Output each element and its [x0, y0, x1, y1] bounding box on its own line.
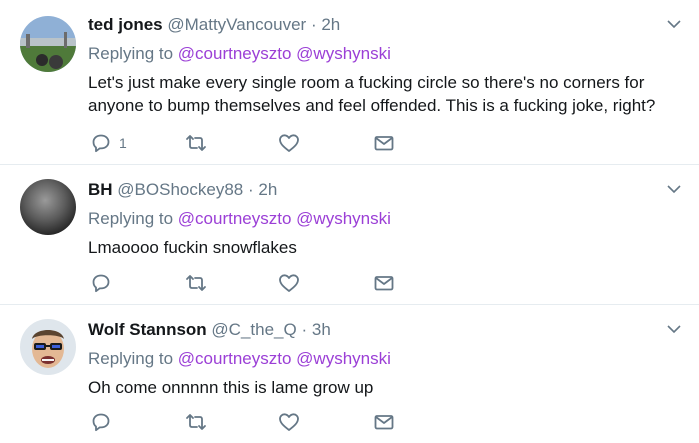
like-button[interactable]: [278, 132, 300, 154]
tweet-text: Let's just make every single room a fuck…: [88, 73, 656, 115]
mention-link[interactable]: @wyshynski: [296, 209, 391, 228]
display-name[interactable]: BH: [88, 180, 113, 199]
replying-to-label: Replying to: [88, 349, 174, 368]
dm-button[interactable]: [373, 411, 395, 433]
tweet-actions: [88, 272, 408, 296]
dm-button[interactable]: [373, 132, 395, 154]
reply-button[interactable]: [91, 411, 119, 433]
timestamp[interactable]: 2h: [321, 15, 340, 34]
reply-icon: [92, 134, 110, 153]
reply-button[interactable]: [91, 272, 119, 294]
retweet-icon: [186, 135, 206, 151]
separator: ·: [301, 320, 308, 339]
tweet-2[interactable]: BH @BOShockey88 · 2h Replying to @courtn…: [0, 165, 699, 305]
display-name[interactable]: ted jones: [88, 15, 163, 34]
reply-icon: [92, 413, 110, 432]
tweet-1[interactable]: ted jones @MattyVancouver · 2h Replying …: [0, 0, 699, 165]
tweet-header: Wolf Stannson @C_the_Q · 3h: [88, 320, 331, 340]
user-handle[interactable]: @C_the_Q: [211, 320, 296, 339]
like-button[interactable]: [278, 411, 300, 433]
like-button[interactable]: [278, 272, 300, 294]
avatar[interactable]: [20, 16, 76, 72]
retweet-button[interactable]: [185, 272, 207, 294]
dm-icon: [374, 136, 394, 151]
mention-link[interactable]: @wyshynski: [296, 349, 391, 368]
timestamp[interactable]: 3h: [312, 320, 331, 339]
dm-icon: [374, 415, 394, 430]
mention-link[interactable]: @courtneyszto: [178, 349, 292, 368]
like-icon: [279, 274, 299, 292]
like-icon: [279, 413, 299, 431]
mention-link[interactable]: @courtneyszto: [178, 44, 292, 63]
dm-icon: [374, 276, 394, 291]
dm-button[interactable]: [373, 272, 395, 294]
mention-link[interactable]: @wyshynski: [296, 44, 391, 63]
tweet-text: Oh come onnnnn this is lame grow up: [88, 378, 374, 397]
avatar[interactable]: [20, 179, 76, 235]
chevron-down-icon[interactable]: [667, 20, 681, 29]
replying-to-label: Replying to: [88, 44, 174, 63]
reply-icon: [92, 274, 110, 293]
separator: ·: [310, 15, 317, 34]
user-handle[interactable]: @MattyVancouver: [167, 15, 306, 34]
tweet-actions: 1: [88, 132, 408, 156]
user-handle[interactable]: @BOShockey88: [117, 180, 243, 199]
retweet-button[interactable]: [185, 132, 207, 154]
reply-count: 1: [119, 135, 127, 151]
timestamp[interactable]: 2h: [258, 180, 277, 199]
chevron-down-icon[interactable]: [667, 185, 681, 194]
separator: ·: [247, 180, 254, 199]
display-name[interactable]: Wolf Stannson: [88, 320, 207, 339]
chevron-down-icon[interactable]: [667, 325, 681, 334]
replying-to: Replying to @courtneyszto @wyshynski: [88, 349, 391, 369]
replying-to: Replying to @courtneyszto @wyshynski: [88, 44, 391, 64]
tweet-text: Lmaoooo fuckin snowflakes: [88, 238, 297, 257]
replying-to: Replying to @courtneyszto @wyshynski: [88, 209, 391, 229]
replying-to-label: Replying to: [88, 209, 174, 228]
retweet-icon: [186, 275, 206, 291]
avatar[interactable]: [20, 319, 76, 375]
retweet-icon: [186, 414, 206, 430]
reply-button[interactable]: 1: [91, 132, 127, 154]
tweet-3[interactable]: Wolf Stannson @C_the_Q · 3h Replying to …: [0, 305, 699, 443]
tweet-header: BH @BOShockey88 · 2h: [88, 180, 277, 200]
like-icon: [279, 134, 299, 152]
mention-link[interactable]: @courtneyszto: [178, 209, 292, 228]
retweet-button[interactable]: [185, 411, 207, 433]
tweet-header: ted jones @MattyVancouver · 2h: [88, 15, 340, 35]
tweet-actions: [88, 411, 408, 435]
